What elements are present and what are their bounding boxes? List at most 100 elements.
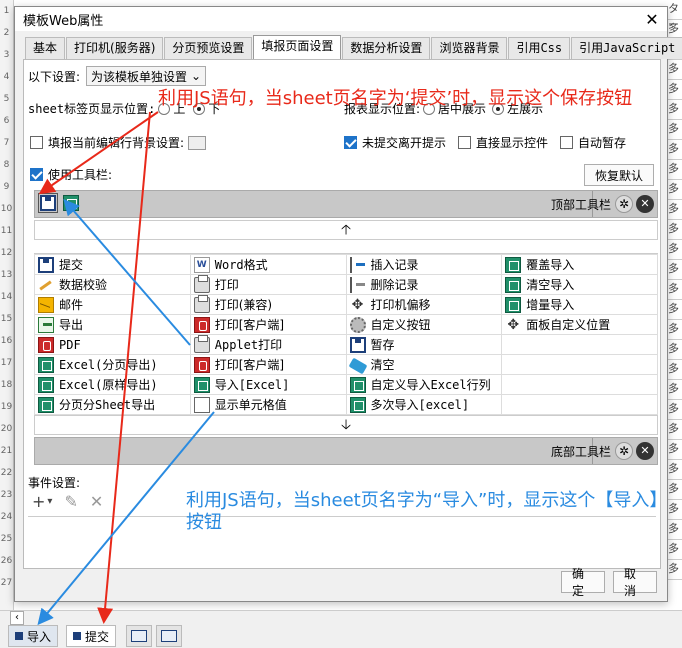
insert-record-icon (349, 256, 366, 273)
toolbar-button-item[interactable]: 分页分Sheet导出 (38, 396, 187, 413)
toolbar-button-item[interactable]: 数据校验 (38, 276, 187, 293)
grid-cell[interactable]: 导入[Excel] (189, 374, 347, 395)
grid-cell[interactable]: 提交 (34, 254, 191, 275)
toolbar-button-item[interactable]: 多次导入[excel] (349, 396, 499, 413)
ok-button[interactable]: 确定 (561, 567, 605, 598)
grid-cell[interactable]: 多次导入[excel] (345, 394, 503, 415)
toolbar-button-item[interactable]: ✥ 面板自定义位置 (505, 316, 654, 333)
move-up-arrow[interactable]: 🡡 (34, 220, 658, 240)
excel-icon (193, 376, 210, 393)
toolbar-save-icon[interactable] (38, 193, 58, 213)
toolbar-button-item[interactable]: Excel(分页导出) (38, 356, 187, 373)
direct-show-controls-checkbox[interactable] (458, 136, 472, 149)
restore-default-button[interactable]: 恢复默认 (584, 164, 655, 186)
sheet-tab-submit[interactable]: 提交 (66, 625, 117, 647)
remove-event-button[interactable]: ✕ (90, 492, 103, 511)
grid-cell[interactable]: W Word格式 (189, 254, 347, 275)
grid-cell[interactable]: 分页分Sheet导出 (34, 394, 191, 415)
grid-cell[interactable]: 自定义按钮 (345, 314, 503, 335)
grid-cell[interactable]: 自定义导入Excel行列 (345, 374, 503, 395)
toolbar-button-item[interactable]: 提交 (38, 256, 187, 273)
grid-cell[interactable]: 打印[客户端] (189, 354, 347, 375)
toolbar-button-item[interactable]: 插入记录 (349, 256, 499, 273)
gear-icon[interactable]: ✲ (615, 195, 633, 213)
chevron-left-icon[interactable]: ‹ (10, 611, 24, 625)
tab-basic[interactable]: 基本 (25, 37, 66, 59)
grid-cell[interactable]: ✥ 打印机偏移 (345, 294, 503, 315)
move-down-arrow[interactable]: 🡣 (34, 415, 658, 435)
grid-cell[interactable]: 打印(兼容) (189, 294, 347, 315)
tab-fill-page[interactable]: 填报页面设置 (253, 35, 342, 59)
toolbar-button-item[interactable]: ✥ 打印机偏移 (350, 296, 499, 313)
tab-page-preview[interactable]: 分页预览设置 (164, 37, 253, 59)
toolbar-button-item[interactable]: 删除记录 (349, 276, 499, 293)
fill-row-bg-checkbox[interactable] (30, 136, 43, 149)
add-form-button[interactable] (156, 625, 182, 647)
grid-cell[interactable]: PDF (34, 334, 191, 355)
toolbar-button-item[interactable]: 自定义导入Excel行列 (349, 376, 499, 393)
edit-event-button[interactable]: ✎ (64, 492, 77, 511)
grid-cell[interactable]: 增量导入 (501, 294, 658, 315)
sheet-tab-import[interactable]: 导入 (8, 625, 59, 647)
toolbar-button-item[interactable]: 暂存 (349, 336, 499, 353)
grid-cell[interactable]: 打印 (189, 274, 347, 295)
grid-cell[interactable]: Excel(原样导出) (34, 374, 191, 395)
grid-cell[interactable]: 覆盖导入 (501, 254, 658, 275)
auto-save-checkbox[interactable] (560, 136, 574, 149)
tab-javascript[interactable]: 引用JavaScript (571, 37, 682, 59)
grid-cell[interactable]: 插入记录 (345, 254, 503, 275)
grid-cell[interactable]: 打印[客户端] (189, 314, 347, 335)
grid-cell[interactable]: 邮件 (34, 294, 191, 315)
toolbar-button-item[interactable]: PDF (38, 336, 187, 353)
tab-data-analysis[interactable]: 数据分析设置 (342, 37, 431, 59)
chevron-down-icon[interactable]: ▾ (47, 496, 52, 507)
excel-icon (505, 256, 522, 273)
gear-icon[interactable]: ✲ (615, 442, 633, 460)
grid-cell[interactable]: 导出 (34, 314, 191, 335)
grid-cell[interactable]: Applet打印 (189, 334, 347, 355)
toolbar-import-excel-icon[interactable] (63, 195, 79, 211)
close-icon[interactable]: ✕ (636, 442, 654, 460)
toolbar-button-item[interactable]: Excel(原样导出) (38, 376, 187, 393)
tab-printer-server[interactable]: 打印机(服务器) (66, 37, 164, 59)
toolbar-button-item[interactable]: 增量导入 (505, 296, 654, 313)
toolbar-button-item[interactable]: 导出 (38, 316, 187, 333)
grid-cell[interactable]: 暂存 (345, 334, 503, 355)
close-icon[interactable]: ✕ (637, 10, 667, 29)
toolbar-button-item[interactable]: Applet打印 (193, 334, 343, 353)
bg-picker-icon[interactable] (188, 135, 207, 150)
toolbar-button-item[interactable]: 覆盖导入 (505, 256, 654, 273)
tab-browser-background[interactable]: 浏览器背景 (431, 37, 508, 59)
grid-cell[interactable]: 清空导入 (501, 274, 658, 295)
toolbar-button-item[interactable]: 显示单元格值 (193, 396, 343, 413)
close-icon[interactable]: ✕ (636, 195, 654, 213)
grid-cell[interactable]: 显示单元格值 (189, 394, 347, 415)
red-annotation: 利用JS语句，当sheet页名字为‘提交’时，显示这个保存按钮 (158, 88, 633, 109)
toolbar-button-item[interactable]: W Word格式 (193, 256, 343, 273)
toolbar-button-item[interactable]: 导入[Excel] (193, 376, 343, 393)
cancel-button[interactable]: 取消 (613, 567, 657, 598)
toolbar-button-item[interactable]: 自定义按钮 (349, 316, 499, 333)
toolbar-button-item[interactable]: 邮件 (38, 296, 187, 313)
toolbar-button-item[interactable]: 打印(兼容) (193, 294, 343, 313)
use-toolbar-checkbox[interactable] (30, 168, 43, 181)
toolbar-button-item[interactable]: 清空导入 (505, 276, 654, 293)
tab-css[interactable]: 引用Css (508, 37, 571, 59)
add-sheet-button[interactable] (126, 625, 152, 647)
grid-cell[interactable]: Excel(分页导出) (34, 354, 191, 375)
grid-cell[interactable]: 数据校验 (34, 274, 191, 295)
chevron-down-icon: ⌄ (190, 69, 202, 83)
toolbar-button-item[interactable]: 打印[客户端] (193, 316, 343, 333)
grid-cell[interactable]: ✥ 面板自定义位置 (501, 314, 658, 335)
grid-cell[interactable]: 删除记录 (345, 274, 503, 295)
toolbar-button-item[interactable]: 打印 (193, 274, 343, 293)
add-event-button[interactable]: + (32, 492, 45, 511)
grid-cell[interactable]: 清空 (345, 354, 503, 375)
scope-select[interactable]: 为该模板单独设置 ⌄ (86, 66, 207, 86)
save-icon (349, 336, 366, 353)
unsubmitted-leave-checkbox[interactable] (344, 136, 357, 149)
toolbar-button-item[interactable]: 清空 (348, 356, 499, 375)
tab-bar: 基本 打印机(服务器) 分页预览设置 填报页面设置 数据分析设置 浏览器背景 引… (25, 35, 682, 59)
toolbar-button-item[interactable]: 打印[客户端] (193, 356, 343, 373)
button-label: 分页分Sheet导出 (59, 398, 156, 412)
